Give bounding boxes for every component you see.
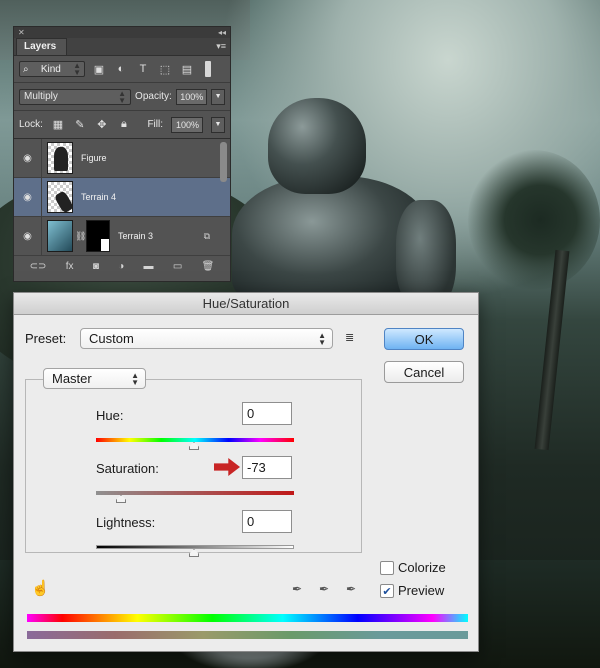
layer-style-fx-icon[interactable]: fx — [66, 261, 74, 272]
panel-grip[interactable]: ✕ ◂◂ — [14, 27, 230, 38]
close-icon[interactable]: ✕ — [18, 28, 25, 37]
lightness-slider-track[interactable] — [96, 545, 294, 549]
eyedropper-minus-icon[interactable]: ✒ — [344, 582, 358, 596]
channel-select[interactable]: Master ▲ ▼ — [43, 368, 146, 389]
lightness-input[interactable]: 0 — [242, 510, 292, 533]
hue-slider-track[interactable] — [96, 438, 294, 442]
adjustment-filter-icon[interactable]: ◐ — [113, 61, 129, 77]
filter-toggle[interactable] — [205, 61, 211, 77]
adjustments-group — [25, 379, 362, 553]
type-filter-icon[interactable]: T — [135, 61, 151, 77]
smart-object-badge-icon: ⧉ — [203, 230, 210, 241]
preview-checkbox[interactable]: ✔ — [380, 584, 394, 598]
updown-icon: ▲ ▼ — [318, 330, 326, 347]
link-layers-icon[interactable]: ⊂⊃ — [30, 261, 47, 272]
blend-mode-select[interactable]: Multiply ▲ ▼ — [19, 88, 132, 105]
lock-paint-brush-icon[interactable]: ✎ — [73, 118, 87, 132]
fill-label: Fill: — [147, 119, 163, 130]
filter-kind-select[interactable]: ⌕ Kind ▲ ▼ — [19, 61, 85, 77]
layers-scrollbar[interactable] — [220, 142, 227, 182]
channel-value: Master — [52, 371, 92, 386]
colorize-label: Colorize — [398, 560, 446, 575]
tab-layers[interactable]: Layers — [16, 38, 68, 55]
preset-select[interactable]: Custom ▲ ▼ — [80, 328, 333, 349]
lock-all-icon[interactable]: 🔒︎ — [117, 118, 131, 132]
pixel-filter-icon[interactable]: ▣ — [91, 61, 107, 77]
opacity-dropdown-icon[interactable]: ▼ — [211, 88, 226, 105]
input-color-spectrum-bar — [27, 614, 468, 622]
eyedropper-icon[interactable]: ✒ — [290, 582, 304, 596]
opacity-field[interactable]: 100% — [175, 88, 208, 105]
lock-label: Lock: — [19, 119, 43, 130]
layer-name: Terrain 4 — [81, 192, 117, 202]
layer-filter-row: ⌕ Kind ▲ ▼ ▣ ◐ T ⬚ ▤ — [14, 56, 230, 82]
shape-filter-icon[interactable]: ⬚ — [157, 61, 173, 77]
cancel-button[interactable]: Cancel — [384, 361, 464, 383]
opacity-label: Opacity: — [135, 91, 172, 102]
preset-options-icon[interactable]: ≣ — [345, 331, 354, 344]
fill-dropdown-icon[interactable]: ▼ — [211, 116, 225, 133]
panel-tabbar: Layers ▾≡ — [14, 38, 230, 56]
lock-position-move-icon[interactable]: ✥ — [95, 118, 109, 132]
layers-panel: ✕ ◂◂ Layers ▾≡ ⌕ Kind ▲ ▼ ▣ ◐ T ⬚ ▤ Multi… — [13, 26, 231, 282]
palm-fronds — [468, 150, 600, 290]
preset-label: Preset: — [25, 331, 67, 346]
hue-input[interactable]: 0 — [242, 402, 292, 425]
hue-label: Hue: — [96, 408, 124, 423]
preset-value: Custom — [89, 331, 134, 346]
layers-bottom-toolbar: ⊂⊃ fx ◙ ◑ ▬ ▭ 🗑︎ — [14, 255, 230, 277]
add-mask-icon[interactable]: ◙ — [93, 261, 99, 272]
hue-saturation-dialog: Hue/Saturation Preset: Custom ▲ ▼ ≣ OK Ca… — [13, 292, 479, 652]
lock-transparency-icon[interactable]: ▦ — [51, 118, 65, 132]
eyedropper-plus-icon[interactable]: ✒ — [317, 582, 331, 596]
layer-thumbnail — [47, 142, 73, 174]
new-group-folder-icon[interactable]: ▬ — [144, 261, 154, 272]
layer-row-terrain-3[interactable]: ◉ ⛓ Terrain 3 ⧉ — [14, 217, 230, 256]
ok-button[interactable]: OK — [384, 328, 464, 350]
layer-mask-thumbnail[interactable] — [86, 220, 110, 252]
layer-name: Figure — [81, 153, 107, 163]
layer-row-figure[interactable]: ◉ Figure — [14, 139, 230, 178]
blend-row: Multiply ▲ ▼ Opacity: 100% ▼ — [14, 82, 230, 110]
preview-label: Preview — [398, 583, 445, 598]
updown-icon: ▲ ▼ — [118, 88, 127, 105]
targeted-adjustment-hand-icon[interactable]: ☝ — [31, 579, 50, 597]
lightness-label: Lightness: — [96, 515, 156, 530]
panel-menu-icon[interactable]: ▾≡ — [216, 41, 230, 55]
dialog-titlebar[interactable]: Hue/Saturation — [14, 293, 478, 315]
updown-icon: ▲ ▼ — [131, 370, 139, 387]
armored-figure-head — [268, 98, 366, 194]
colorize-checkbox[interactable] — [380, 561, 394, 575]
saturation-input[interactable]: -73 — [242, 456, 292, 479]
search-icon: ⌕ — [23, 63, 29, 75]
lock-row: Lock: ▦ ✎ ✥ 🔒︎ Fill: 100% ▼ — [14, 110, 230, 138]
visibility-eye-icon[interactable]: ◉ — [14, 178, 42, 216]
smart-object-filter-icon[interactable]: ▤ — [179, 61, 195, 77]
layer-row-terrain-4[interactable]: ◉ Terrain 4 — [14, 178, 230, 217]
collapse-icon[interactable]: ◂◂ — [218, 28, 226, 37]
saturation-label: Saturation: — [96, 461, 159, 476]
layers-list: ◉ Figure ◉ Terrain 4 ◉ ⛓ Terrain 3 ⧉ — [14, 138, 230, 256]
blend-mode-value: Multiply — [24, 91, 58, 102]
layer-name: Terrain 3 — [118, 231, 154, 241]
visibility-eye-icon[interactable]: ◉ — [14, 139, 42, 177]
output-color-spectrum-bar — [27, 631, 468, 639]
layer-thumbnail — [47, 181, 75, 214]
filter-kind-label: Kind — [40, 63, 61, 75]
saturation-slider-track[interactable] — [96, 491, 294, 495]
mask-link-chain-icon[interactable]: ⛓ — [75, 231, 86, 242]
fill-field[interactable]: 100% — [171, 116, 203, 133]
delete-layer-trash-icon[interactable]: 🗑︎ — [202, 261, 215, 272]
new-layer-icon[interactable]: ▭ — [173, 261, 182, 272]
updown-icon: ▲ ▼ — [73, 61, 81, 77]
visibility-eye-icon[interactable]: ◉ — [14, 217, 42, 255]
new-adjustment-layer-icon[interactable]: ◑ — [118, 261, 124, 272]
layer-thumbnail — [47, 220, 73, 252]
